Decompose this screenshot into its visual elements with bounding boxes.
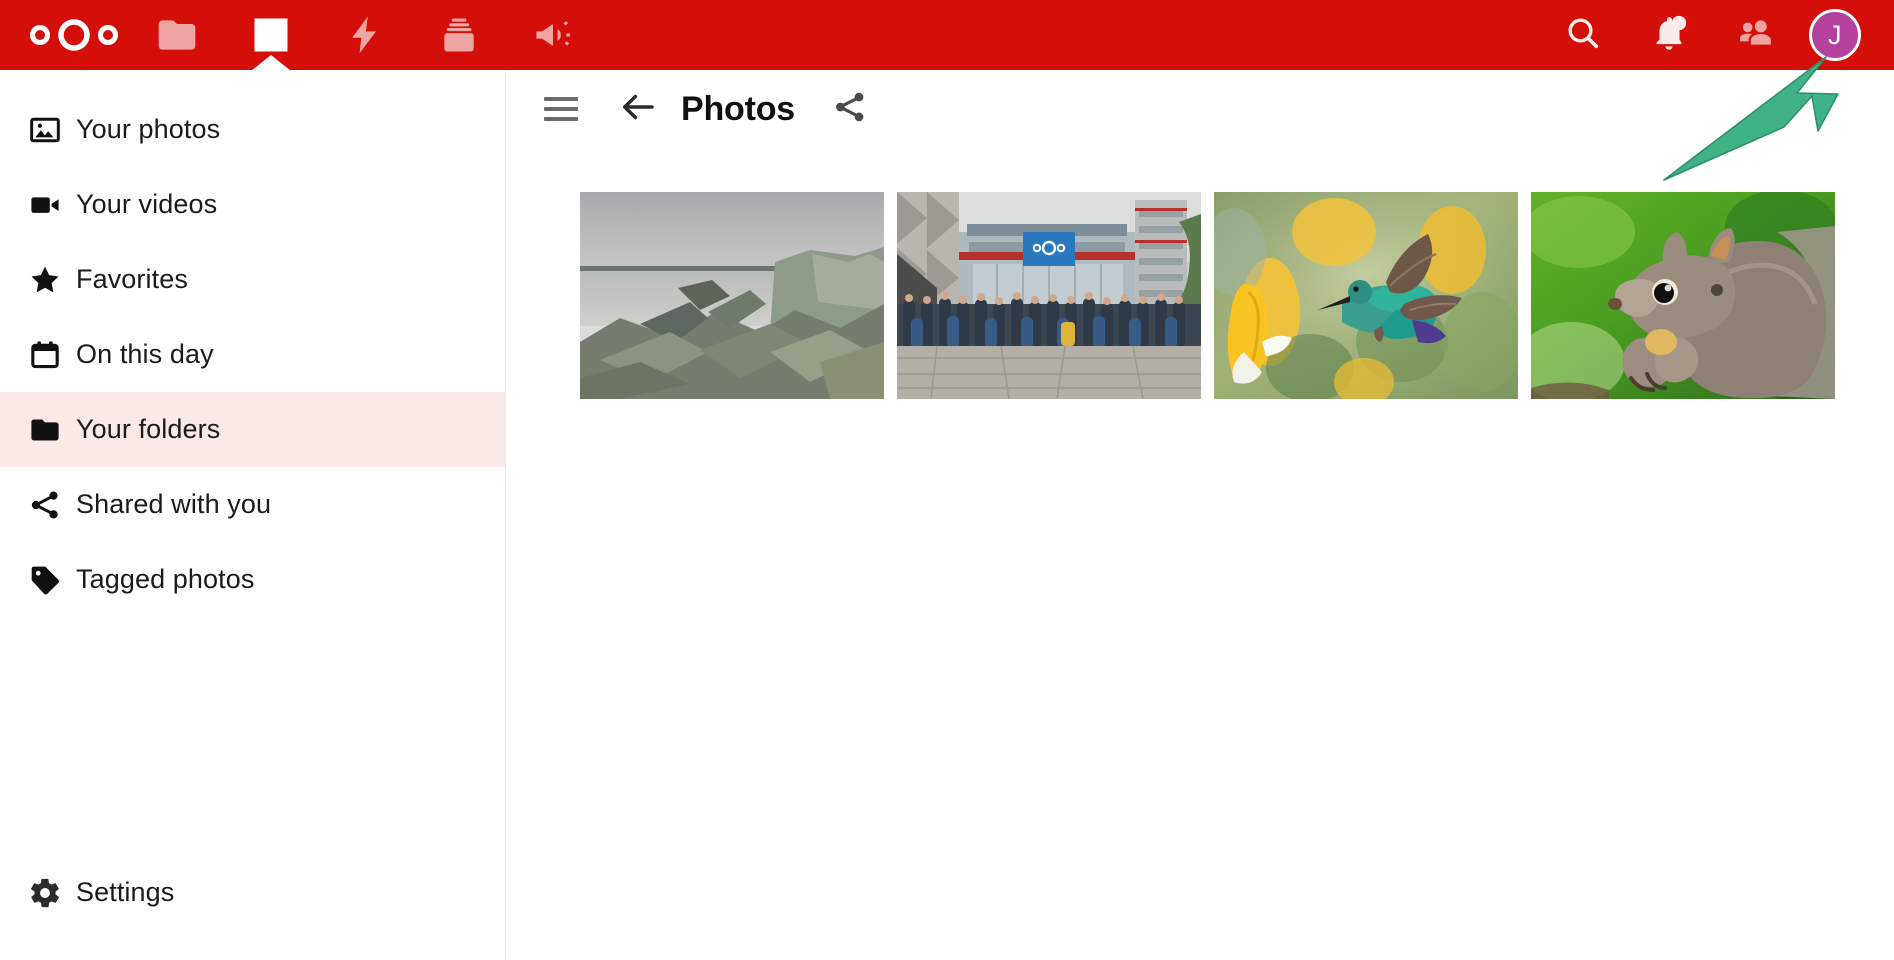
sidebar-item-label: Favorites: [76, 264, 188, 294]
sidebar-footer: Settings: [0, 855, 505, 930]
back-button[interactable]: [607, 78, 669, 140]
header-actions: J: [1540, 0, 1894, 70]
photo-thumbnail-community-group[interactable]: [897, 192, 1201, 399]
sidebar-item-on-this-day[interactable]: On this day: [0, 317, 505, 392]
nav-app-activity[interactable]: [318, 0, 412, 70]
nav-app-photos[interactable]: [224, 0, 318, 70]
user-avatar-button[interactable]: J: [1798, 0, 1872, 70]
photo-thumbnail-coastal-rocks[interactable]: [580, 192, 884, 399]
sidebar-item-tagged-photos[interactable]: Tagged photos: [0, 542, 505, 617]
search-icon: [1563, 13, 1603, 58]
hamburger-bar: [544, 117, 578, 121]
image-icon: [14, 113, 76, 147]
page-title: Photos: [681, 89, 796, 128]
share-icon: [832, 89, 868, 130]
nav-app-announcements[interactable]: [506, 0, 600, 70]
sidebar-item-shared-with-you[interactable]: Shared with you: [0, 467, 505, 542]
sidebar-item-label: On this day: [76, 339, 214, 369]
contacts-button[interactable]: [1712, 0, 1798, 70]
nextcloud-logo[interactable]: [18, 0, 130, 70]
app-header: J: [0, 0, 1894, 70]
sidebar-item-label: Your videos: [76, 189, 218, 219]
avatar: J: [1809, 9, 1861, 61]
search-button[interactable]: [1540, 0, 1626, 70]
photo-thumbnail-hummingbird[interactable]: [1214, 192, 1518, 399]
app-sidebar: Your photos Your videos Favorites On thi…: [0, 70, 506, 960]
app-navigation: [130, 0, 600, 70]
sidebar-item-label: Tagged photos: [76, 564, 255, 594]
contacts-icon: [1735, 13, 1775, 58]
star-icon: [14, 263, 76, 297]
notifications-button[interactable]: [1626, 0, 1712, 70]
sidebar-item-your-photos[interactable]: Your photos: [0, 92, 505, 167]
sidebar-item-your-videos[interactable]: Your videos: [0, 167, 505, 242]
lightning-icon: [343, 13, 387, 57]
share-icon: [14, 488, 76, 522]
share-folder-button[interactable]: [821, 80, 879, 138]
sidebar-item-label: Settings: [76, 877, 175, 907]
hamburger-bar: [544, 107, 578, 111]
calendar-icon: [14, 338, 76, 372]
gear-icon: [14, 876, 76, 910]
photo-grid: [507, 148, 1894, 399]
folder-icon: [155, 13, 199, 57]
hamburger-icon[interactable]: [534, 82, 588, 136]
bell-icon: [1649, 13, 1689, 58]
photo-thumbnail-squirrel[interactable]: [1531, 192, 1835, 399]
video-icon: [14, 188, 76, 222]
megaphone-icon: [531, 13, 575, 57]
sidebar-item-favorites[interactable]: Favorites: [0, 242, 505, 317]
main-content: Photos: [507, 70, 1894, 960]
hamburger-bar: [544, 97, 578, 101]
sidebar-item-label: Shared with you: [76, 489, 272, 519]
sidebar-item-label: Your photos: [76, 114, 221, 144]
folder-icon: [14, 413, 76, 447]
photos-icon: [249, 13, 293, 57]
sidebar-item-label: Your folders: [76, 414, 221, 444]
sidebar-item-settings[interactable]: Settings: [0, 855, 505, 930]
nav-app-files[interactable]: [130, 0, 224, 70]
tag-icon: [14, 563, 76, 597]
sidebar-item-your-folders[interactable]: Your folders: [0, 392, 505, 467]
nav-app-deck[interactable]: [412, 0, 506, 70]
deck-icon: [437, 13, 481, 57]
content-header: Photos: [507, 70, 1894, 148]
arrow-left-icon: [617, 86, 659, 133]
